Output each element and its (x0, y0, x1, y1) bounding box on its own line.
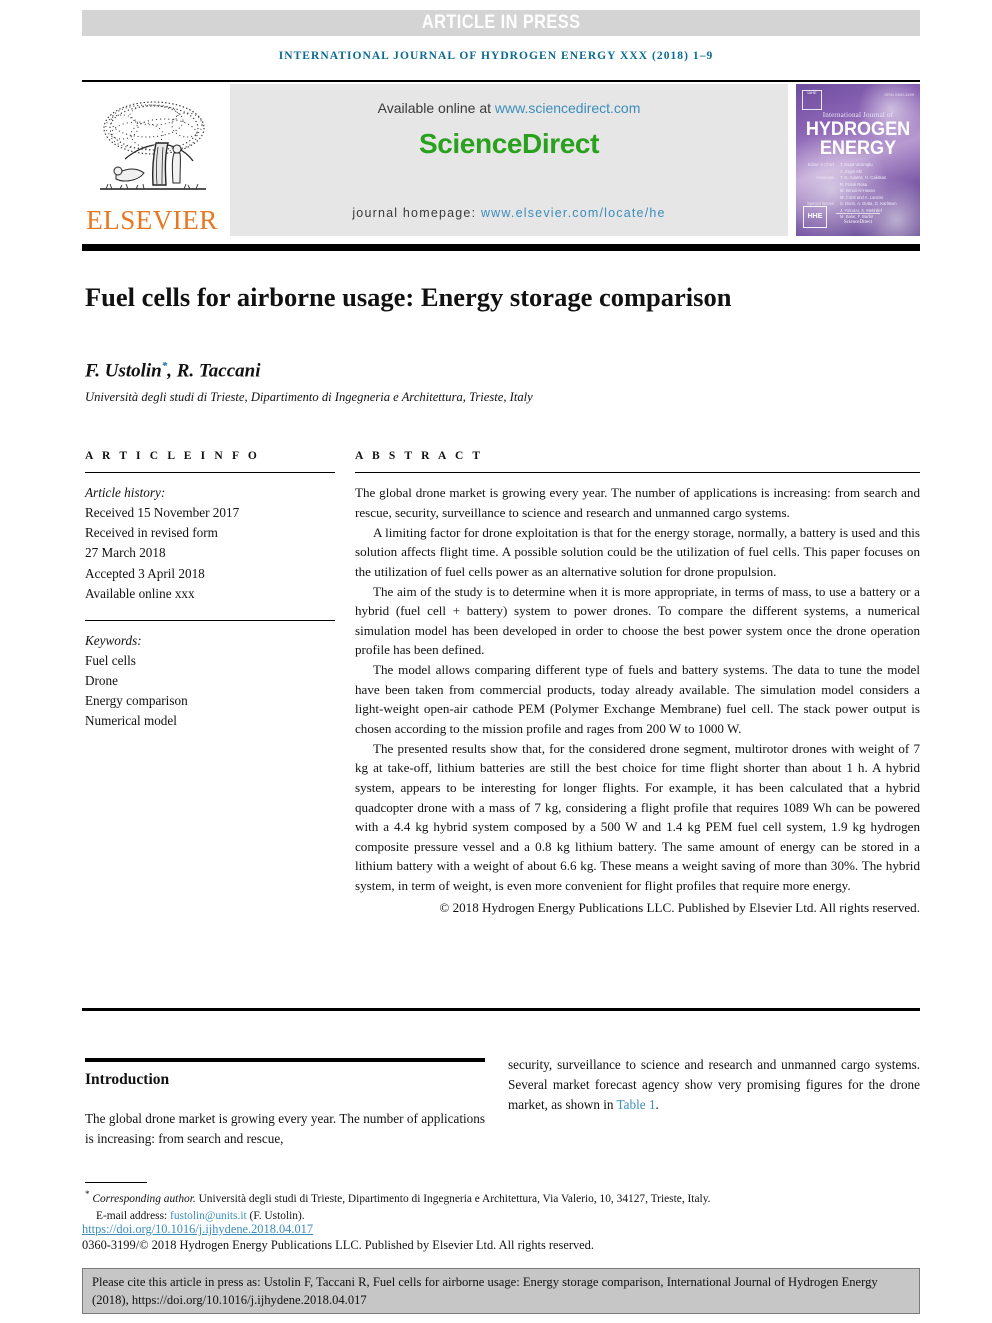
footnote-rule (85, 1182, 147, 1183)
intro-text-b: . (655, 1097, 659, 1113)
abstract-paragraph: The presented results show that, for the… (355, 740, 920, 894)
abstract-paragraph: A limiting factor for drone exploitation… (355, 524, 920, 579)
sciencedirect-wordmark: ScienceDirect (418, 128, 599, 159)
abstract-paragraph: The global drone market is growing every… (355, 485, 920, 520)
masthead-top-rule (82, 80, 920, 82)
cover-journal-kicker: International Journal of (822, 111, 894, 119)
introduction-paragraph-right: security, surveillance to science and re… (508, 1055, 920, 1115)
column-divider (341, 450, 342, 1000)
keyword-item: Energy comparison (85, 693, 188, 709)
abstract-rule (355, 472, 920, 474)
abstract-body: The global drone market is growing every… (355, 483, 920, 895)
abstract-heading: A B S T R A C T (355, 450, 484, 462)
abstract-bottom-rule (82, 1008, 920, 1011)
author-names: F. Ustolin (85, 360, 162, 382)
available-online-text: Available online at (377, 100, 495, 116)
abstract-column: A B S T R A C T The global drone market … (355, 450, 920, 917)
title-top-bar (82, 244, 920, 251)
keyword-item: Drone (85, 673, 118, 689)
keyword-item: Fuel cells (85, 653, 136, 669)
article-in-press-banner: ARTICLE IN PRESS (82, 10, 920, 36)
article-info-heading: A R T I C L E I N F O (85, 450, 260, 462)
doi-link[interactable]: https://doi.org/10.1016/j.ijhydene.2018.… (82, 1222, 313, 1237)
issn-copyright-line: 0360-3199/© 2018 Hydrogen Energy Publica… (82, 1238, 594, 1252)
abstract-paragraph: The model allows comparing different typ… (355, 662, 920, 736)
table-1-link[interactable]: Table 1 (617, 1097, 656, 1112)
history-item: Accepted 3 April 2018 (85, 565, 205, 581)
keywords-block: Keywords: Fuel cells Drone Energy compar… (85, 631, 335, 731)
introduction-column-left: Introduction The global drone market is … (85, 1058, 485, 1149)
citation-notice-box: Please cite this article in press as: Us… (82, 1268, 920, 1314)
intro-text-a: security, surveillance to science and re… (508, 1057, 920, 1113)
introduction-heading: Introduction (85, 1071, 170, 1088)
introduction-column-right: security, surveillance to science and re… (508, 1055, 920, 1115)
author-names-cont: , R. Taccani (167, 360, 261, 382)
citation-notice-text: Please cite this article in press as: Us… (92, 1275, 878, 1307)
history-item: Received in revised form (85, 525, 218, 541)
keyword-item: Numerical model (85, 713, 177, 729)
journal-running-head: INTERNATIONAL JOURNAL OF HYDROGEN ENERGY… (278, 50, 714, 62)
history-item: Received 15 November 2017 (85, 505, 240, 521)
article-info-rule-top (85, 472, 335, 474)
journal-masthead: ELSEVIER Available online at www.science… (82, 84, 920, 236)
author-affiliation: Università degli studi di Trieste, Dipar… (85, 390, 533, 404)
elsevier-tree-icon (92, 95, 212, 207)
page-title: Fuel cells for airborne usage: Energy st… (85, 281, 732, 312)
journal-homepage-link[interactable]: www.elsevier.com/locate/he (481, 206, 666, 220)
sciencedirect-box: Available online at www.sciencedirect.co… (230, 84, 788, 236)
email-link[interactable]: fustolin@units.it (170, 1210, 247, 1222)
sciencedirect-url-link[interactable]: www.sciencedirect.com (495, 100, 641, 116)
cover-title-line1: HYDROGEN (805, 119, 911, 140)
footnote-block: * Corresponding author. Università degli… (85, 1188, 920, 1225)
journal-homepage-line: journal homepage: www.elsevier.com/locat… (230, 206, 788, 220)
article-info-column: A R T I C L E I N F O Article history: R… (85, 450, 335, 731)
email-suffix: (F. Ustolin). (246, 1210, 305, 1223)
abstract-paragraph: The aim of the study is to determine whe… (355, 583, 920, 658)
cover-title-line2: ENERGY (819, 138, 897, 159)
article-info-rule-bottom (85, 619, 335, 621)
article-history-label: Article history: (85, 485, 166, 501)
journal-cover-thumbnail: IAHE ISSN 0360-3199 International Journa… (796, 84, 920, 236)
corresponding-author-address: Università degli studi di Trieste, Dipar… (195, 1192, 711, 1205)
cover-iahe-badge: IAHE (802, 90, 822, 110)
email-label: E-mail address: (96, 1210, 171, 1223)
elsevier-wordmark: ELSEVIER (86, 205, 218, 235)
article-page: ARTICLE IN PRESS INTERNATIONAL JOURNAL O… (0, 0, 992, 1323)
history-item: 27 March 2018 (85, 545, 166, 561)
keywords-label: Keywords: (85, 632, 142, 648)
cover-divider (835, 213, 881, 214)
article-history-block: Article history: Received 15 November 20… (85, 483, 335, 603)
corresponding-author-label: Corresponding author. (92, 1192, 196, 1205)
author-list: F. Ustolin*, R. Taccani (85, 360, 261, 382)
corresponding-author-note: * Corresponding author. Università degli… (85, 1188, 920, 1208)
abstract-copyright: © 2018 Hydrogen Energy Publications LLC.… (439, 899, 920, 915)
article-in-press-label: ARTICLE IN PRESS (421, 12, 581, 33)
cover-sciencedirect-label: ScienceDirect (843, 220, 873, 225)
available-online-line: Available online at www.sciencedirect.co… (378, 100, 641, 116)
footnote-marker: * (85, 1189, 90, 1199)
cover-issn-label: ISSN 0360-3199 (884, 92, 914, 97)
elsevier-logo: ELSEVIER (82, 84, 222, 236)
journal-homepage-label: journal homepage: (352, 206, 481, 220)
introduction-paragraph-left: The global drone market is growing every… (85, 1111, 485, 1147)
history-item: Available online xxx (85, 585, 195, 601)
introduction-heading-bar (85, 1058, 485, 1062)
